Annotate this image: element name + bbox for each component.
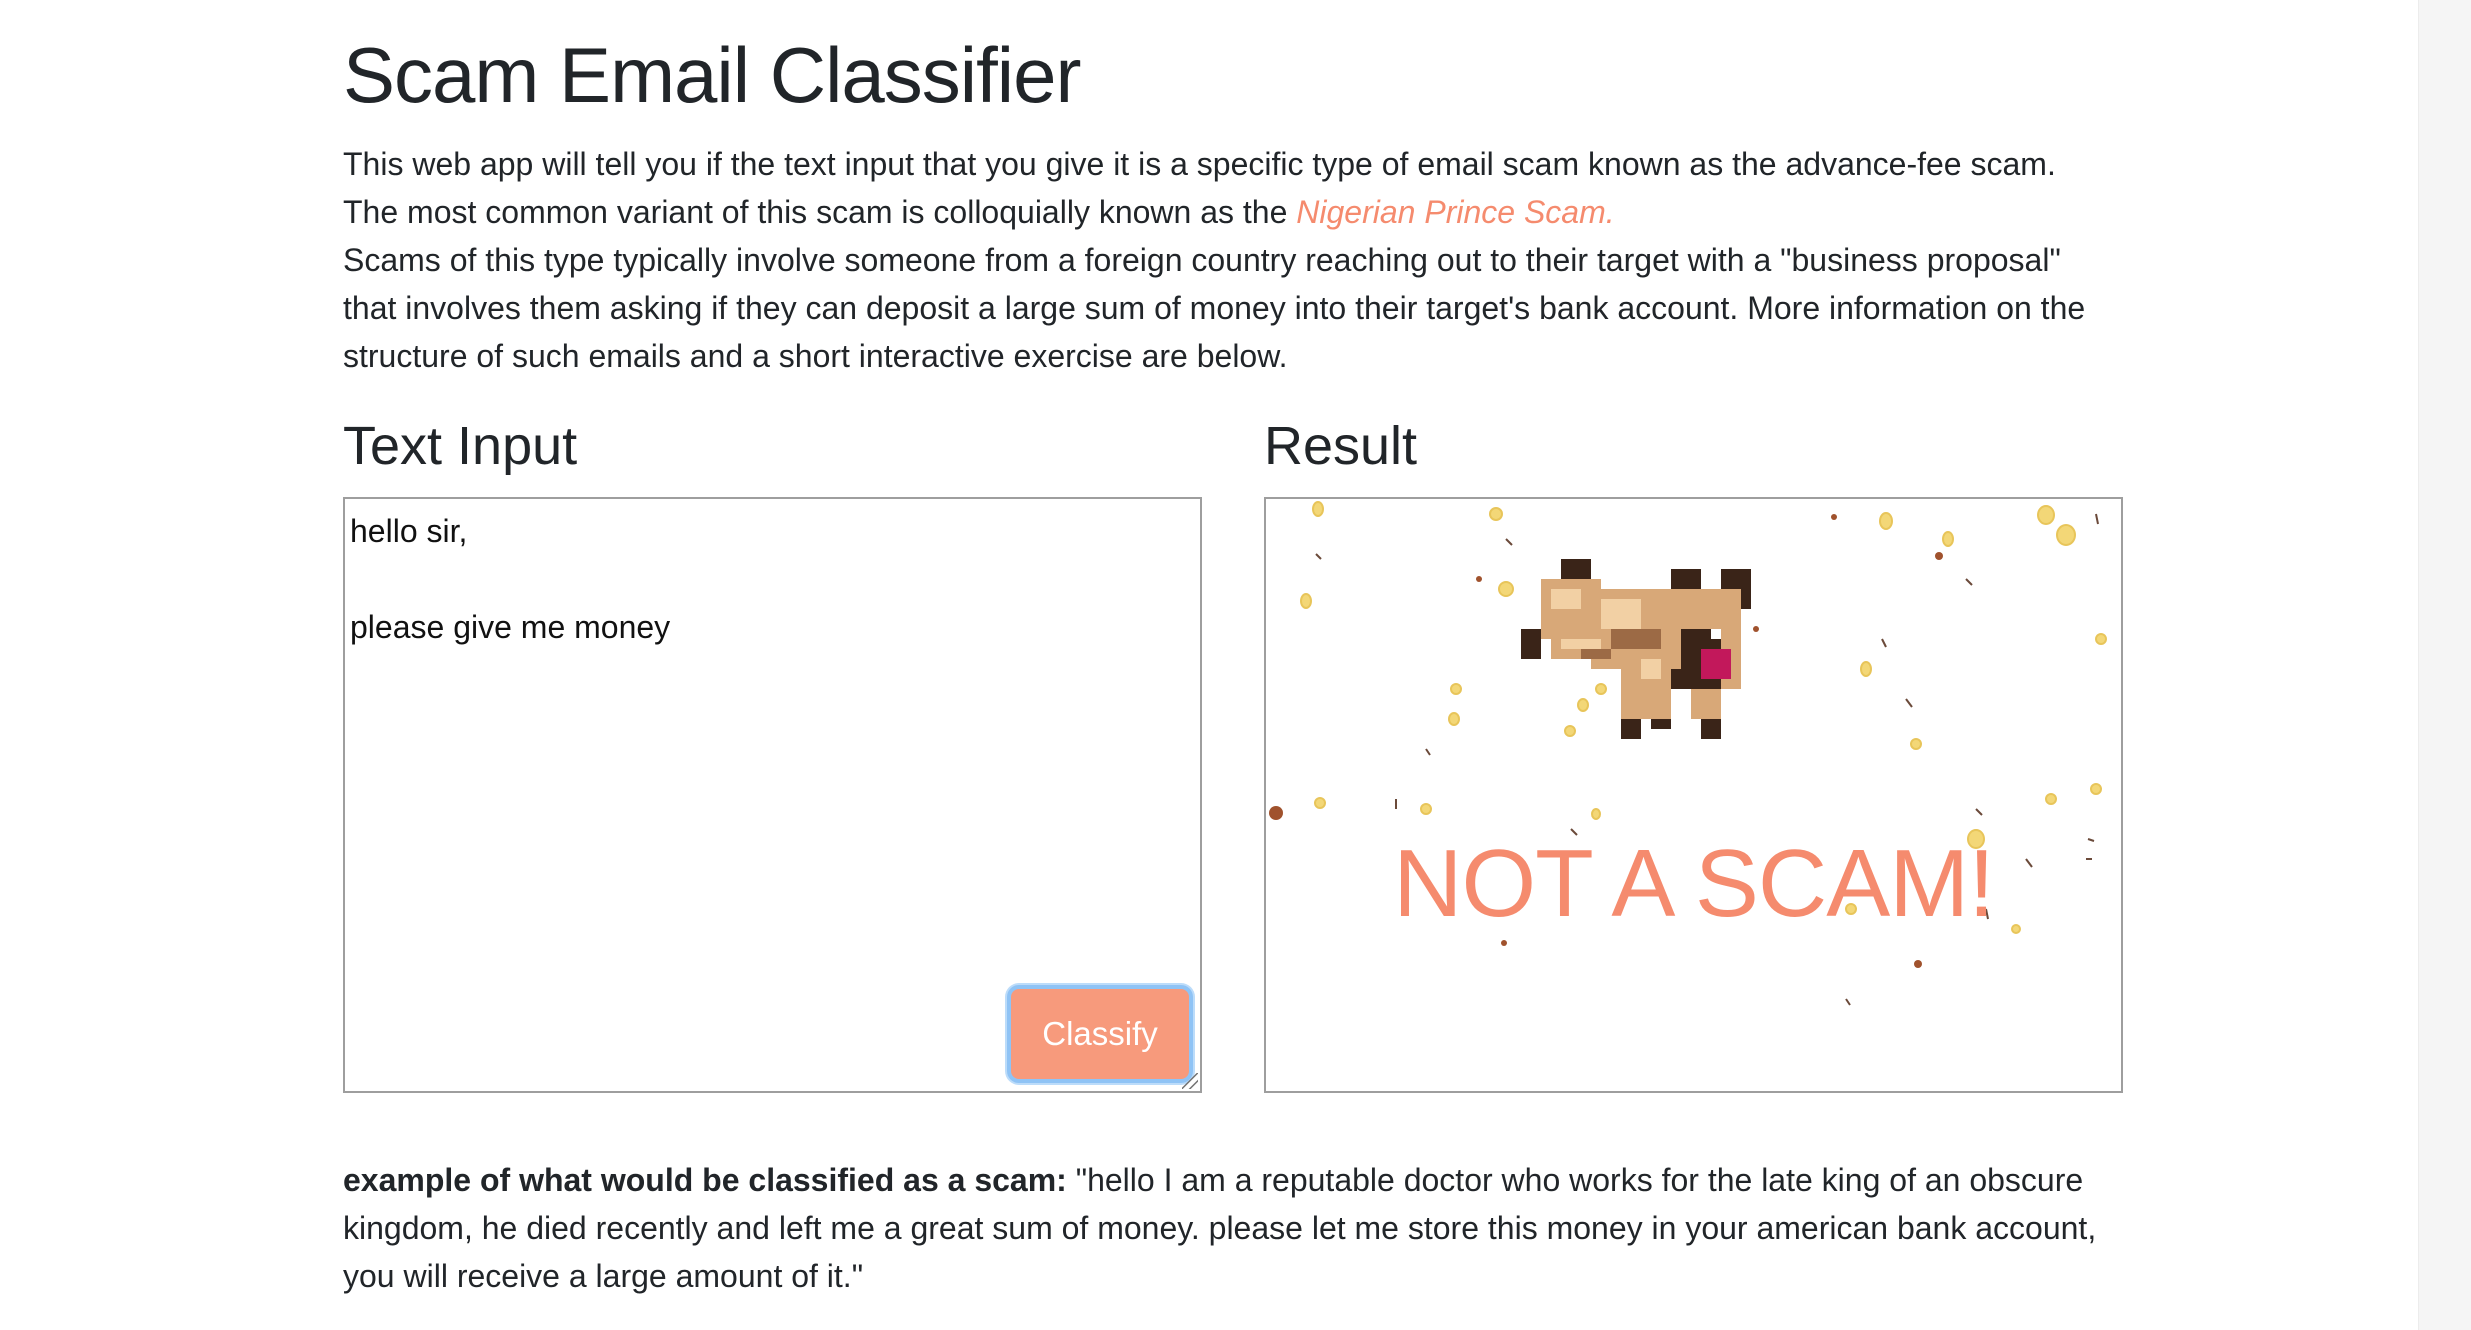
page-scrollbar[interactable]	[2418, 0, 2471, 1330]
intro-paragraph-1: This web app will tell you if the text i…	[343, 140, 2123, 236]
resize-handle-icon[interactable]	[1182, 1073, 1198, 1089]
result-heading: Result	[1264, 416, 1418, 476]
pug-icon	[1521, 559, 1751, 739]
text-input-value[interactable]: hello sir, please give me money	[350, 507, 670, 651]
nigerian-prince-link[interactable]: Nigerian Prince Scam.	[1296, 194, 1614, 230]
text-input-area[interactable]: hello sir, please give me money Classify	[343, 497, 1202, 1093]
intro-line-1: This web app will tell you if the text i…	[343, 146, 2056, 182]
page-title: Scam Email Classifier	[343, 31, 1081, 119]
intro-text: This web app will tell you if the text i…	[343, 140, 2123, 380]
intro-paragraph-2: Scams of this type typically involve som…	[343, 242, 2086, 374]
classify-button[interactable]: Classify	[1011, 989, 1189, 1079]
text-input-heading: Text Input	[343, 416, 578, 476]
intro-line-2: The most common variant of this scam is …	[343, 194, 1297, 230]
result-label: NOT A SCAM!	[1393, 830, 1995, 937]
example-text: example of what would be classified as a…	[343, 1156, 2123, 1300]
example-label: example of what would be classified as a…	[343, 1162, 1067, 1198]
result-panel: NOT A SCAM!	[1264, 497, 2123, 1093]
